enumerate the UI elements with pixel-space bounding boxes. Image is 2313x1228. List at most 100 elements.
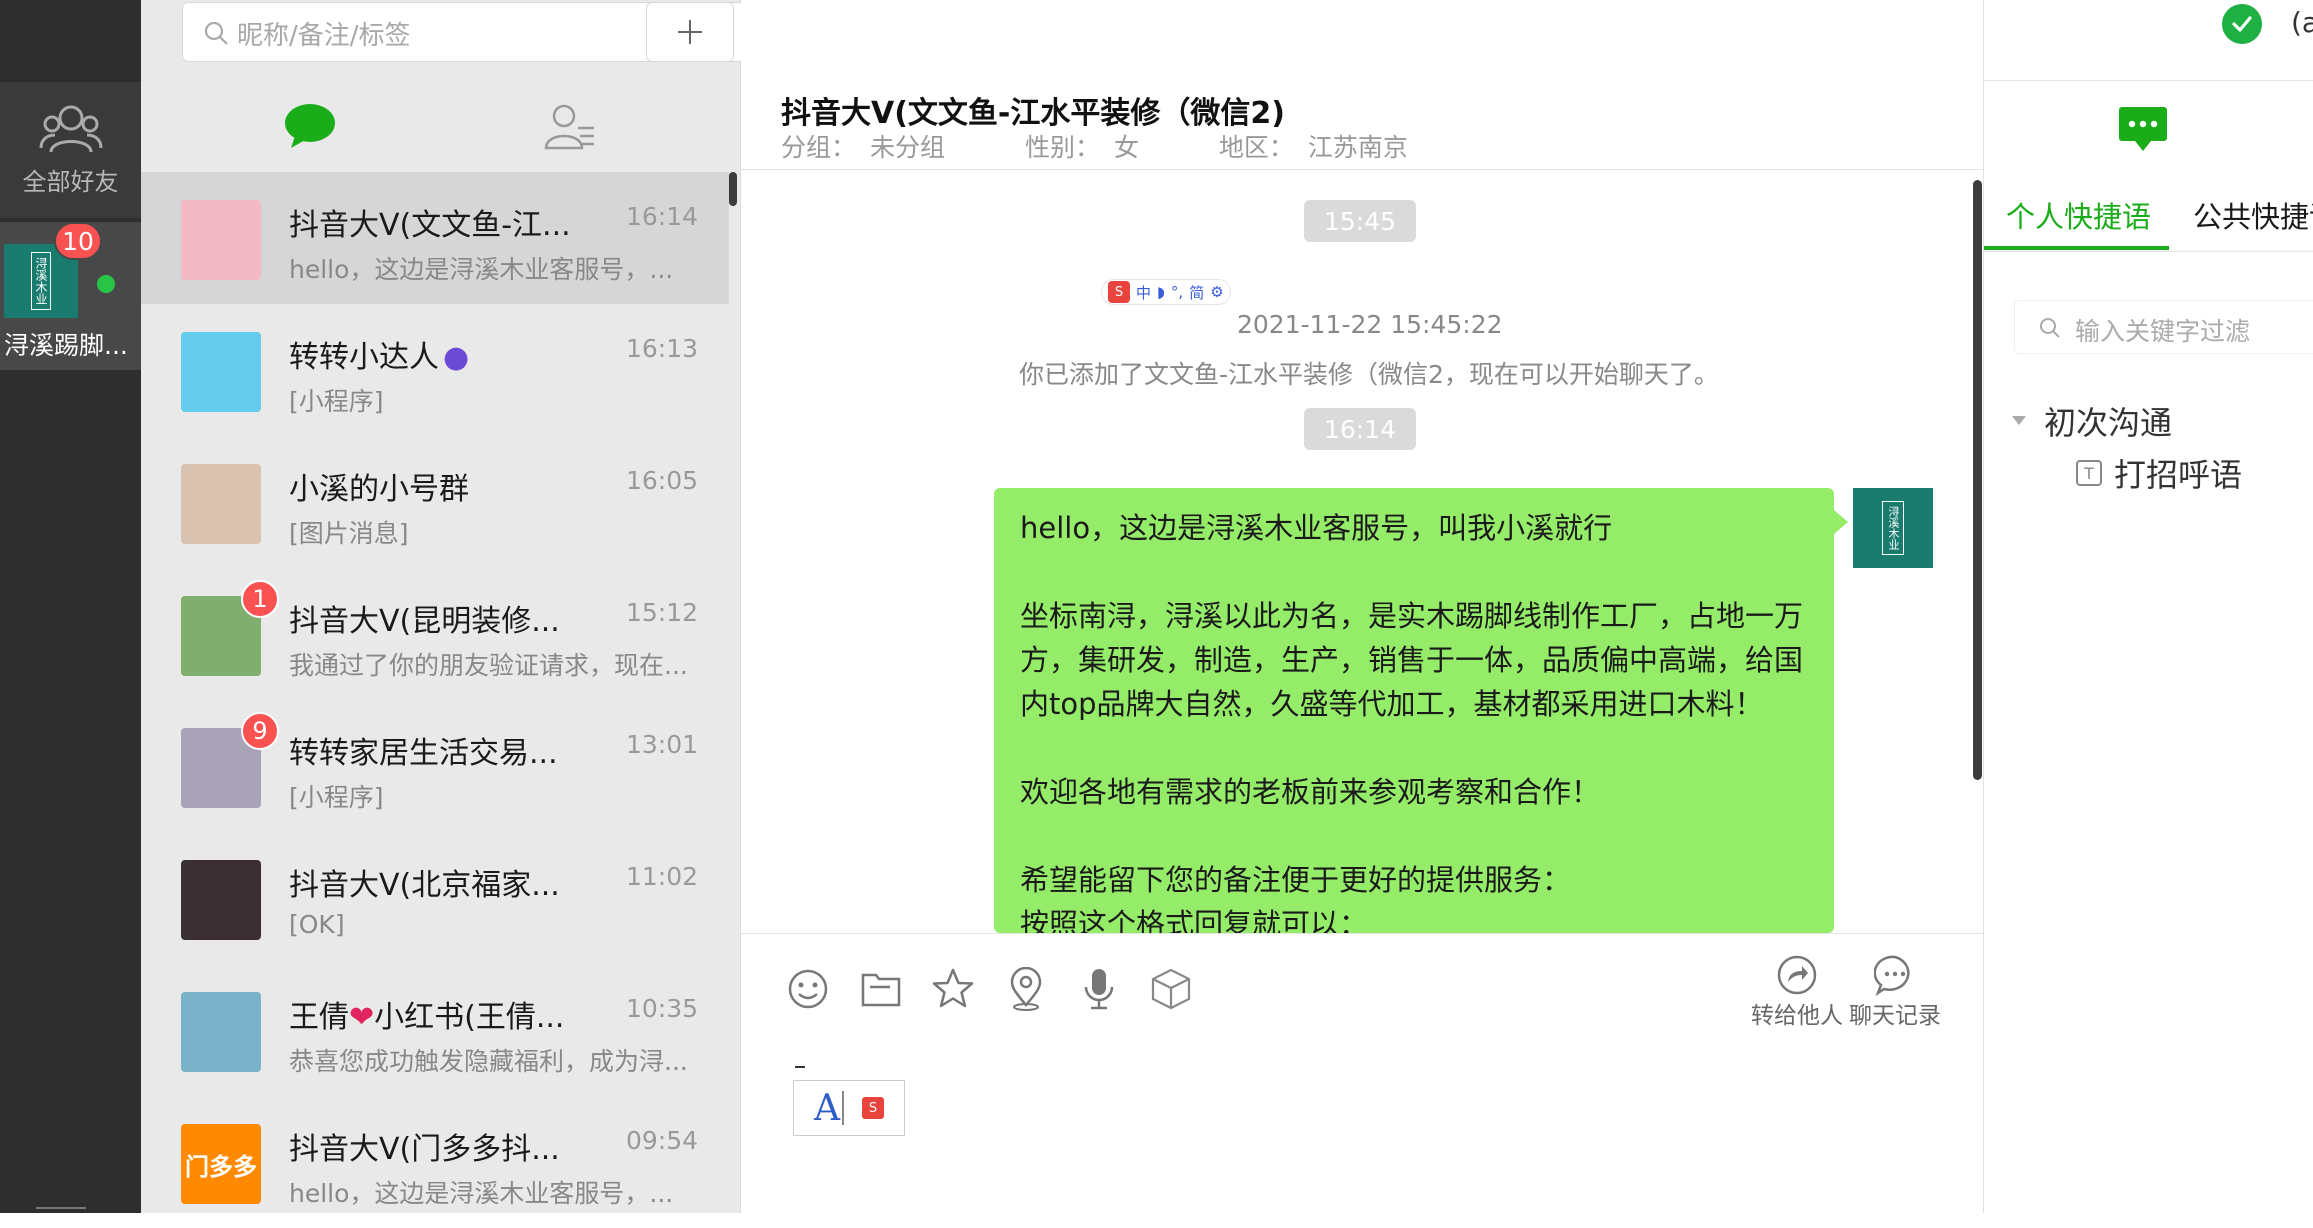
message-bubble[interactable]: hello，这边是浔溪木业客服号，叫我小溪就行 坐标南浔，浔溪以此为名，是实木踢… — [994, 488, 1834, 933]
conversation-time: 11:02 — [626, 862, 699, 891]
conversation-preview: [小程序] — [289, 387, 384, 416]
text-cursor — [795, 1066, 805, 1068]
favorites-button[interactable] — [928, 964, 978, 1014]
account-name: 浔溪踢脚... — [4, 331, 128, 360]
conversation-item[interactable]: 小溪的小号群 16:05 [图片消息] — [141, 436, 729, 568]
divider — [1984, 80, 2313, 81]
conversation-name: 抖音大V(北京福家... — [289, 860, 560, 904]
chat-bubble-icon — [1874, 955, 1910, 996]
conversation-item[interactable]: 王倩❤小红书(王倩... 10:35 恭喜您成功触发隐藏福利，成为浔... — [141, 964, 729, 1096]
quick-reply-panel: (a 个人快捷语 公共快捷语 输入关键字过滤 初次沟通 T 打招呼语 — [1983, 0, 2313, 1213]
list-scrollbar[interactable] — [729, 172, 737, 206]
conversation-avatar — [181, 860, 261, 940]
conversation-name-text: 抖音大V(昆明装修... — [289, 604, 560, 639]
conversation-item[interactable]: 门多多 抖音大V(门多多抖... 09:54 hello，这边是浔溪木业客服号，... — [141, 1096, 729, 1228]
ime-mode-chinese[interactable]: 中 — [1136, 282, 1151, 303]
ime-settings-icon[interactable]: ⚙ — [1210, 283, 1223, 301]
message-paragraph: 欢迎各地有需求的老板前来参观考察和合作！ — [1020, 775, 1601, 809]
conversation-time: 16:14 — [626, 202, 699, 231]
conversation-avatar: 门多多 — [181, 1124, 261, 1204]
heart-icon: ❤ — [349, 1000, 375, 1035]
ime-logo-icon: S — [862, 1097, 884, 1119]
system-timestamp: 2021-11-22 15:45:22 — [1237, 310, 1503, 339]
ime-logo-icon: S — [1108, 281, 1130, 303]
voice-button[interactable] — [1074, 964, 1124, 1014]
conversation-item[interactable]: 抖音大V(文文鱼-江... 16:14 hello，这边是浔溪木业客服号，... — [141, 172, 729, 304]
system-message: 你已添加了文文鱼-江水平装修（微信2，现在可以开始聊天了。 — [1019, 360, 1719, 389]
chat-scrollbar[interactable] — [1973, 180, 1982, 780]
tab-public-phrases[interactable]: 公共快捷语 — [2193, 194, 2313, 236]
punctuation-icon[interactable]: °, — [1171, 283, 1183, 301]
phrase-filter-input[interactable]: 输入关键字过滤 — [2014, 300, 2313, 354]
account-rail: 全部好友 浔溪木业 10 浔溪踢脚... — [0, 0, 141, 1213]
all-friends-button[interactable]: 全部好友 — [0, 82, 141, 218]
gender-label: 性别： — [1024, 133, 1100, 162]
conversation-name-text: 小溪的小号群 — [289, 472, 469, 507]
emoji-icon — [788, 969, 828, 1009]
time-divider: 16:14 — [1304, 408, 1417, 450]
conversation-item[interactable]: 转转小达人 ● 16:13 [小程序] — [141, 304, 729, 436]
self-avatar[interactable]: 浔溪木业 — [1853, 488, 1933, 568]
bubble-tail — [1834, 510, 1848, 534]
compose-area: 转给他人 聊天记录 A S — [741, 933, 1983, 1213]
search-placeholder: 昵称/备注/标签 — [237, 21, 411, 51]
add-button[interactable] — [646, 2, 734, 62]
chat-title: 抖音大V(文文鱼-江水平装修（微信2) — [781, 96, 1285, 131]
emoji-icon: ● — [443, 340, 470, 375]
conversation-avatar — [181, 200, 261, 280]
account-item[interactable]: 浔溪木业 10 浔溪踢脚... — [0, 222, 141, 370]
group-value: 未分组 — [870, 133, 946, 162]
contacts-tab-icon[interactable] — [544, 102, 596, 150]
friends-icon — [39, 105, 102, 152]
phrase-group[interactable]: 初次沟通 — [2012, 398, 2172, 444]
ime-mode-simplified[interactable]: 简 — [1189, 282, 1204, 303]
quick-reply-icon[interactable] — [2117, 105, 2169, 153]
time-divider: 15:45 — [1304, 200, 1417, 242]
box-button[interactable] — [1146, 964, 1196, 1014]
tab-personal-phrases[interactable]: 个人快捷语 — [2006, 194, 2151, 236]
account-logo-text: 浔溪木业 — [31, 252, 51, 310]
file-button[interactable] — [856, 964, 906, 1014]
chats-tab-icon[interactable] — [283, 102, 337, 150]
conversation-name-text: 抖音大V(北京福家... — [289, 868, 560, 903]
conversation-preview: [图片消息] — [289, 519, 409, 548]
unread-badge: 10 — [54, 222, 102, 260]
message-paragraph: 按照这个格式回复就可以： — [1020, 907, 1369, 933]
cube-icon — [1151, 968, 1191, 1010]
conversation-preview: [OK] — [289, 910, 345, 939]
status-check-icon[interactable] — [2222, 4, 2262, 44]
conversation-preview: hello，这边是浔溪木业客服号，... — [289, 1179, 674, 1208]
avatar-text: 门多多 — [185, 1152, 257, 1181]
gender-value: 女 — [1113, 133, 1139, 162]
conversation-preview: 我通过了你的朋友验证请求，现在... — [289, 651, 688, 680]
conversation-name: 王倩❤小红书(王倩... — [289, 992, 564, 1036]
rail-divider — [36, 1207, 86, 1209]
forward-button[interactable]: 转给他人 — [1751, 954, 1843, 1030]
location-button[interactable] — [1001, 964, 1051, 1014]
caret — [842, 1091, 844, 1125]
chat-history-button[interactable]: 聊天记录 — [1849, 954, 1941, 1030]
self-logo-text: 浔溪木业 — [1882, 501, 1904, 555]
conversation-name: 抖音大V(昆明装修... — [289, 596, 560, 640]
filter-placeholder: 输入关键字过滤 — [2075, 317, 2251, 346]
conversation-item[interactable]: 抖音大V(昆明装修... 15:12 我通过了你的朋友验证请求，现在... 1 — [141, 568, 729, 700]
all-friends-label: 全部好友 — [22, 167, 119, 196]
conversation-item[interactable]: 转转家居生活交易... 13:01 [小程序] 9 — [141, 700, 729, 832]
chat-panel: 抖音大V(文文鱼-江水平装修（微信2) 分组： 未分组 性别：女 地区： 江苏南京 … — [741, 0, 1983, 1213]
conversation-item[interactable]: 抖音大V(北京福家... 11:02 [OK] — [141, 832, 729, 964]
quick-reply-tabs: 个人快捷语 公共快捷语 — [1984, 190, 2313, 252]
conversation-name-text: 转转家居生活交易... — [289, 736, 558, 771]
message-paragraph: 希望能留下您的备注便于更好的提供服务： — [1020, 863, 1572, 897]
conversation-time: 16:05 — [626, 466, 699, 495]
phrase-item[interactable]: T 打招呼语 — [2076, 450, 2242, 496]
conversation-time: 15:12 — [626, 598, 699, 627]
group-label: 分组： — [781, 133, 857, 162]
active-tab-indicator — [1984, 246, 2169, 250]
ime-toolbar[interactable]: S 中 ◗ °, 简 ⚙ — [1101, 279, 1231, 305]
moon-icon[interactable]: ◗ — [1157, 283, 1165, 301]
ime-status-box[interactable]: A S — [793, 1080, 905, 1136]
unread-badge: 9 — [241, 712, 279, 750]
forward-label: 转给他人 — [1751, 1003, 1843, 1029]
emoji-button[interactable] — [783, 964, 833, 1014]
conversation-name-text: 抖音大V(门多多抖... — [289, 1132, 560, 1167]
